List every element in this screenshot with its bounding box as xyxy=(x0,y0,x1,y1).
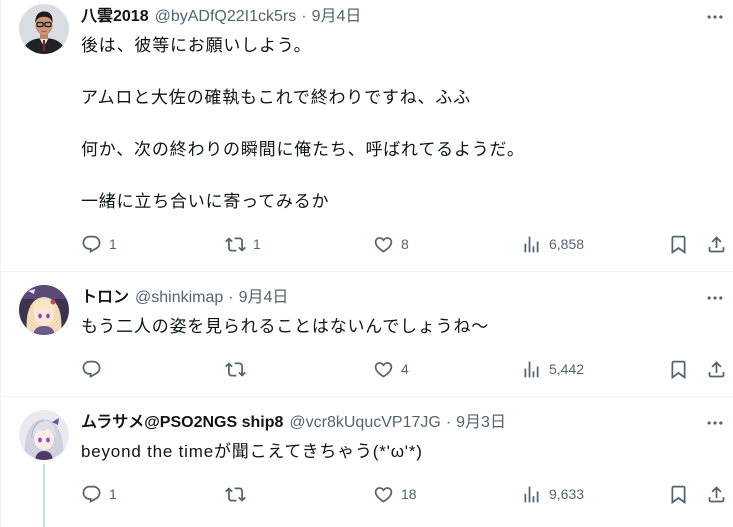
reply-icon xyxy=(81,234,102,255)
separator-dot: · xyxy=(445,414,452,431)
retweet-count: 1 xyxy=(253,236,261,252)
bookmark-button[interactable] xyxy=(668,227,689,261)
action-bar: 1 1 8 6,858 xyxy=(81,227,715,261)
reply-button[interactable] xyxy=(81,352,102,386)
tweet[interactable]: 八雲2018 @byADfQ22I1ck5rs · 9月4日 後は、彼等にお願い… xyxy=(1,0,733,272)
views-icon xyxy=(521,484,542,505)
author-handle[interactable]: @byADfQ22I1ck5rs xyxy=(155,6,297,28)
tweet-date[interactable]: 9月4日 xyxy=(312,6,362,28)
share-button[interactable] xyxy=(706,477,727,511)
more-button[interactable] xyxy=(702,285,728,311)
like-count: 18 xyxy=(401,486,417,502)
views-count: 6,858 xyxy=(549,236,585,252)
like-count: 8 xyxy=(401,236,409,252)
reply-timeline: 八雲2018 @byADfQ22I1ck5rs · 9月4日 後は、彼等にお願い… xyxy=(0,0,733,527)
views-button[interactable]: 9,633 xyxy=(521,477,584,511)
heart-icon xyxy=(373,484,394,505)
author-avatar[interactable] xyxy=(19,4,69,54)
tweet-paragraph: 何か、次の終わりの瞬間に俺たち、呼ばれてるようだ。 xyxy=(81,140,525,159)
author-avatar[interactable] xyxy=(19,285,69,335)
tweet[interactable]: トロン @shinkimap · 9月4日 もう二人の姿を見られることはないんで… xyxy=(1,272,733,397)
author-handle[interactable]: @shinkimap xyxy=(135,287,223,309)
views-icon xyxy=(521,359,542,380)
tweet-text: 後は、彼等にお願いしよう。 アムロと大佐の確執もこれで終わりですね、ふふ 何か、… xyxy=(81,33,715,215)
tweet-paragraph: もう二人の姿を見られることはないんでしょうね～ xyxy=(81,317,490,336)
share-button[interactable] xyxy=(706,227,727,261)
action-bar: 1 18 9,633 xyxy=(81,477,715,511)
tweet-date[interactable]: 9月3日 xyxy=(456,412,506,434)
reply-count: 1 xyxy=(109,236,117,252)
share-icon xyxy=(706,234,727,255)
like-count: 4 xyxy=(401,361,409,377)
tweet-paragraph: beyond the timeが聞こえてきちゃう(*'ω'*) xyxy=(81,442,423,461)
bookmark-icon xyxy=(668,484,689,505)
author-name[interactable]: トロン xyxy=(81,287,129,309)
more-icon xyxy=(705,7,725,27)
author-name[interactable]: 八雲2018 xyxy=(81,6,149,28)
author-handle[interactable]: @vcr8kUqucVP17JG xyxy=(289,412,440,434)
bookmark-button[interactable] xyxy=(668,352,689,386)
views-icon xyxy=(521,234,542,255)
tweet-header: トロン @shinkimap · 9月4日 xyxy=(81,287,715,309)
bookmark-icon xyxy=(668,359,689,380)
heart-icon xyxy=(373,359,394,380)
tweet-paragraph: アムロと大佐の確執もこれで終わりですね、ふふ xyxy=(81,88,471,107)
retweet-icon xyxy=(225,234,246,255)
views-button[interactable]: 5,442 xyxy=(521,352,584,386)
more-button[interactable] xyxy=(702,4,728,30)
tweet-header: 八雲2018 @byADfQ22I1ck5rs · 9月4日 xyxy=(81,6,715,28)
reply-button[interactable]: 1 xyxy=(81,477,117,511)
more-button[interactable] xyxy=(702,410,728,436)
author-avatar[interactable] xyxy=(19,410,69,460)
tweet-date[interactable]: 9月4日 xyxy=(239,287,289,309)
action-bar: 4 5,442 xyxy=(81,352,715,386)
like-button[interactable]: 8 xyxy=(373,227,409,261)
share-icon xyxy=(706,484,727,505)
retweet-button[interactable] xyxy=(225,477,246,511)
tweet-header: ムラサメ@PSO2NGS ship8 @vcr8kUqucVP17JG · 9月… xyxy=(81,412,715,434)
views-count: 9,633 xyxy=(549,486,585,502)
views-button[interactable]: 6,858 xyxy=(521,227,584,261)
share-icon xyxy=(706,359,727,380)
more-icon xyxy=(705,288,725,308)
separator-dot: · xyxy=(228,289,234,306)
retweet-button[interactable] xyxy=(225,352,246,386)
author-name[interactable]: ムラサメ@PSO2NGS ship8 xyxy=(81,412,283,434)
tweet-paragraph: 後は、彼等にお願いしよう。 xyxy=(81,36,312,55)
tweet-text: beyond the timeが聞こえてきちゃう(*'ω'*) xyxy=(81,439,715,465)
separator-dot: · xyxy=(301,8,307,25)
like-button[interactable]: 4 xyxy=(373,352,409,386)
bookmark-icon xyxy=(668,234,689,255)
reply-icon xyxy=(81,359,102,380)
reply-count: 1 xyxy=(109,486,117,502)
share-button[interactable] xyxy=(706,352,727,386)
views-count: 5,442 xyxy=(549,361,585,377)
avatar-image xyxy=(19,285,69,335)
retweet-button[interactable]: 1 xyxy=(225,227,261,261)
avatar-image xyxy=(19,410,69,460)
heart-icon xyxy=(373,234,394,255)
more-icon xyxy=(705,413,725,433)
like-button[interactable]: 18 xyxy=(373,477,417,511)
tweet-paragraph: 一緒に立ち合いに寄ってみるか xyxy=(81,192,330,211)
retweet-icon xyxy=(225,484,246,505)
tweet-text: もう二人の姿を見られることはないんでしょうね～ xyxy=(81,314,715,340)
retweet-icon xyxy=(225,359,246,380)
avatar-image xyxy=(19,4,69,54)
bookmark-button[interactable] xyxy=(668,477,689,511)
reply-button[interactable]: 1 xyxy=(81,227,117,261)
thread-line xyxy=(43,464,45,527)
tweet[interactable]: ムラサメ@PSO2NGS ship8 @vcr8kUqucVP17JG · 9月… xyxy=(1,397,733,527)
reply-icon xyxy=(81,484,102,505)
